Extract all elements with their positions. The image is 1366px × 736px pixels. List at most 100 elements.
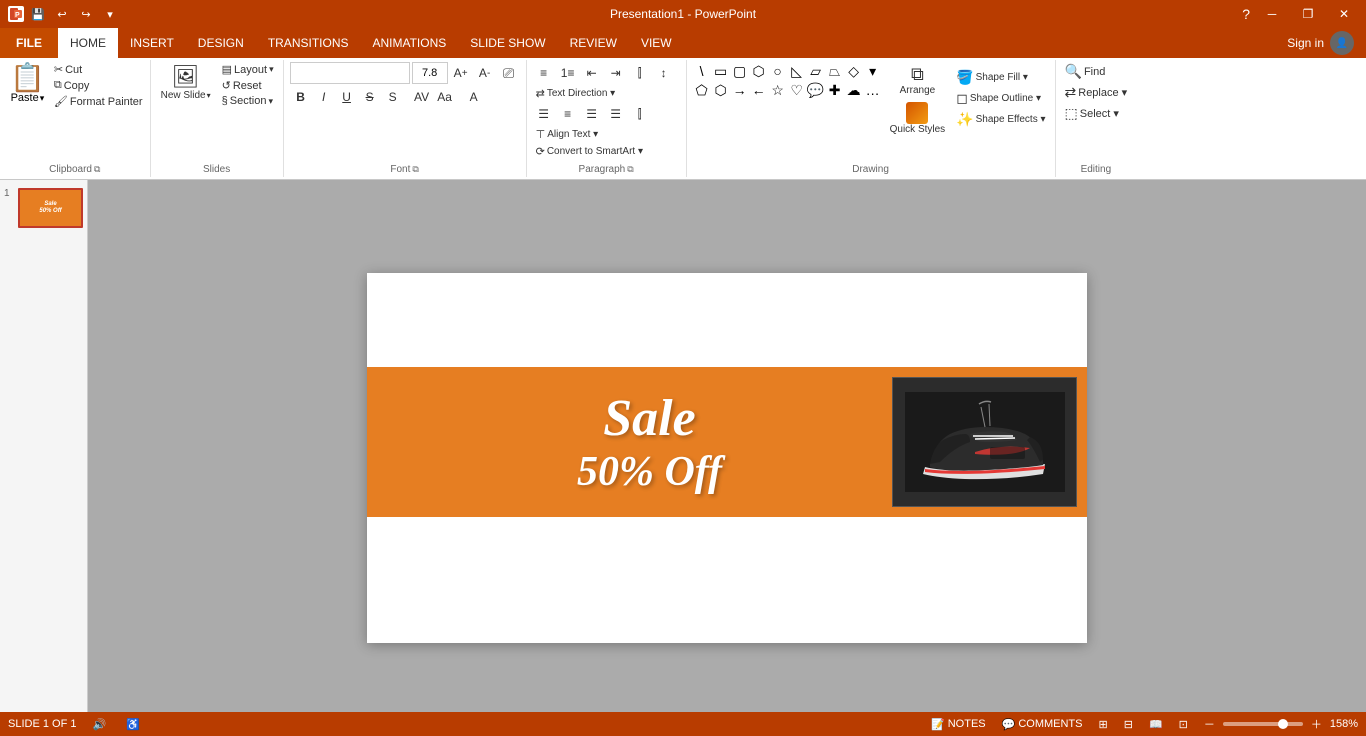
zoom-in-btn[interactable]: ＋ [1307,716,1326,732]
sign-in[interactable]: Sign in 👤 [1275,31,1366,55]
shape-fill-button[interactable]: 🪣 Shape Fill ▾ [953,68,1048,87]
slide-thumbnail[interactable]: Sale50% Off [18,188,83,228]
column-sep-btn[interactable]: ⫿ [629,103,651,125]
align-center-btn[interactable]: ≡ [557,103,579,125]
tab-view[interactable]: VIEW [629,28,684,58]
shape-left-arrow[interactable]: ← [750,81,768,99]
shape-arrow-right[interactable]: → [731,81,749,99]
slide-sorter-btn[interactable]: ⊟ [1120,718,1137,731]
shape-parallelogram[interactable]: ▱ [807,62,825,80]
bold-button[interactable]: B [290,86,312,108]
font-expand-icon[interactable]: ⧉ [412,164,418,175]
format-painter-button[interactable]: 🖌 Format Painter [51,94,146,109]
shape-star[interactable]: ☆ [769,81,787,99]
increase-indent-btn[interactable]: ⇥ [605,62,627,84]
replace-button[interactable]: ⇄ Replace ▾ [1062,83,1131,102]
shape-rect[interactable]: ▭ [712,62,730,80]
new-slide-button[interactable]: 🖼 New Slide ▾ [157,62,215,159]
text-direction-button[interactable]: ⇄ Text Direction ▾ [533,86,619,101]
find-button[interactable]: 🔍 Find [1062,62,1131,81]
shape-rounded-rect[interactable]: ▢ [731,62,749,80]
undo-quick-btn[interactable]: ↩ [52,4,72,24]
convert-smartart-button[interactable]: ⟳ Convert to SmartArt ▾ [533,144,646,159]
close-btn[interactable]: ✕ [1330,0,1358,28]
help-btn[interactable]: ? [1242,6,1250,22]
text-shadow-button[interactable]: S [382,86,404,108]
column-btn[interactable]: ⫿ [629,62,651,84]
shape-cross[interactable]: ✚ [826,81,844,99]
font-name-input[interactable] [290,62,410,84]
increase-font-btn[interactable]: A+ [450,62,472,84]
paragraph-expand-icon[interactable]: ⧉ [627,164,633,175]
language-btn[interactable]: 🔊 [88,718,110,731]
slide-canvas[interactable]: Sale 50% Off [367,273,1087,643]
decrease-indent-btn[interactable]: ⇤ [581,62,603,84]
reading-view-btn[interactable]: 📖 [1145,718,1167,731]
align-right-btn[interactable]: ☰ [581,103,603,125]
shape-trapezoid[interactable]: ⏢ [826,62,844,80]
tab-home[interactable]: HOME [58,28,118,58]
character-spacing-btn[interactable]: AV [411,86,433,108]
italic-button[interactable]: I [313,86,335,108]
font-size-input[interactable] [412,62,448,84]
sneaker-image[interactable] [892,377,1077,507]
canvas-area[interactable]: Sale 50% Off [88,180,1366,736]
tab-animations[interactable]: ANIMATIONS [360,28,458,58]
change-case-btn[interactable]: Aa [434,86,456,108]
zoom-slider[interactable] [1223,722,1303,726]
shape-outline-button[interactable]: ◻ Shape Outline ▾ [953,89,1048,108]
layout-button[interactable]: ▤ Layout ▾ [219,62,277,77]
shape-more[interactable]: ▾ [864,62,882,80]
tab-design[interactable]: DESIGN [186,28,256,58]
notes-btn[interactable]: 📝 NOTES [927,718,990,731]
numbering-btn[interactable]: 1≡ [557,62,579,84]
cut-button[interactable]: ✂ Cut [51,62,146,77]
shape-snip-rect[interactable]: ⬡ [750,62,768,80]
shape-circle[interactable]: ○ [769,62,787,80]
clipboard-expand-icon[interactable]: ⧉ [94,164,100,175]
save-quick-btn[interactable]: 💾 [28,4,48,24]
shape-callout[interactable]: 💬 [807,81,825,99]
copy-button[interactable]: ⧉ Copy [51,78,146,93]
underline-button[interactable]: U [336,86,358,108]
shape-heart[interactable]: ♡ [788,81,806,99]
paste-dropdown-icon[interactable]: ▾ [40,93,45,104]
customize-quick-btn[interactable]: ▾ [100,4,120,24]
shape-right-triangle[interactable]: ◺ [788,62,806,80]
tab-insert[interactable]: INSERT [118,28,186,58]
clear-format-btn[interactable]: ⎚ [498,62,520,84]
accessibility-btn[interactable]: ♿ [122,718,144,731]
reset-button[interactable]: ↺ Reset [219,78,277,93]
paste-button[interactable]: 📋 Paste ▾ [4,62,51,159]
tab-review[interactable]: REVIEW [558,28,629,58]
justify-btn[interactable]: ☰ [605,103,627,125]
bullets-btn[interactable]: ≡ [533,62,555,84]
new-slide-dropdown-icon[interactable]: ▾ [207,91,211,100]
decrease-font-btn[interactable]: A- [474,62,496,84]
align-text-button[interactable]: ⊤ Align Text ▾ [533,127,602,142]
shape-line[interactable]: \ [693,62,711,80]
redo-quick-btn[interactable]: ↪ [76,4,96,24]
shape-hex[interactable]: ⬡ [712,81,730,99]
strikethrough-button[interactable]: S [359,86,381,108]
shape-effects-button[interactable]: ✨ Shape Effects ▾ [953,110,1048,129]
shape-pentagon[interactable]: ⬠ [693,81,711,99]
normal-view-btn[interactable]: ⊞ [1095,718,1112,731]
slideshow-btn[interactable]: ⊡ [1175,718,1192,731]
section-button[interactable]: § Section ▾ [219,94,277,108]
shape-diamond[interactable]: ◇ [845,62,863,80]
zoom-out-btn[interactable]: － [1200,716,1219,732]
tab-file[interactable]: FILE [0,28,58,58]
shape-cloud[interactable]: ☁ [845,81,863,99]
font-color-btn[interactable]: A [463,86,485,108]
tab-transitions[interactable]: TRANSITIONS [256,28,361,58]
quick-styles-button[interactable]: Quick Styles [886,100,950,137]
arrange-button[interactable]: ⧉ Arrange [886,62,950,98]
select-button[interactable]: ⬚ Select ▾ [1062,104,1131,123]
comments-btn[interactable]: 💬 COMMENTS [998,718,1087,731]
tab-slideshow[interactable]: SLIDE SHOW [458,28,557,58]
align-left-btn[interactable]: ☰ [533,103,555,125]
slide-thumbnail-item[interactable]: 1 Sale50% Off [4,188,83,228]
line-spacing-btn[interactable]: ↕ [653,62,675,84]
shape-more2[interactable]: … [864,81,882,99]
